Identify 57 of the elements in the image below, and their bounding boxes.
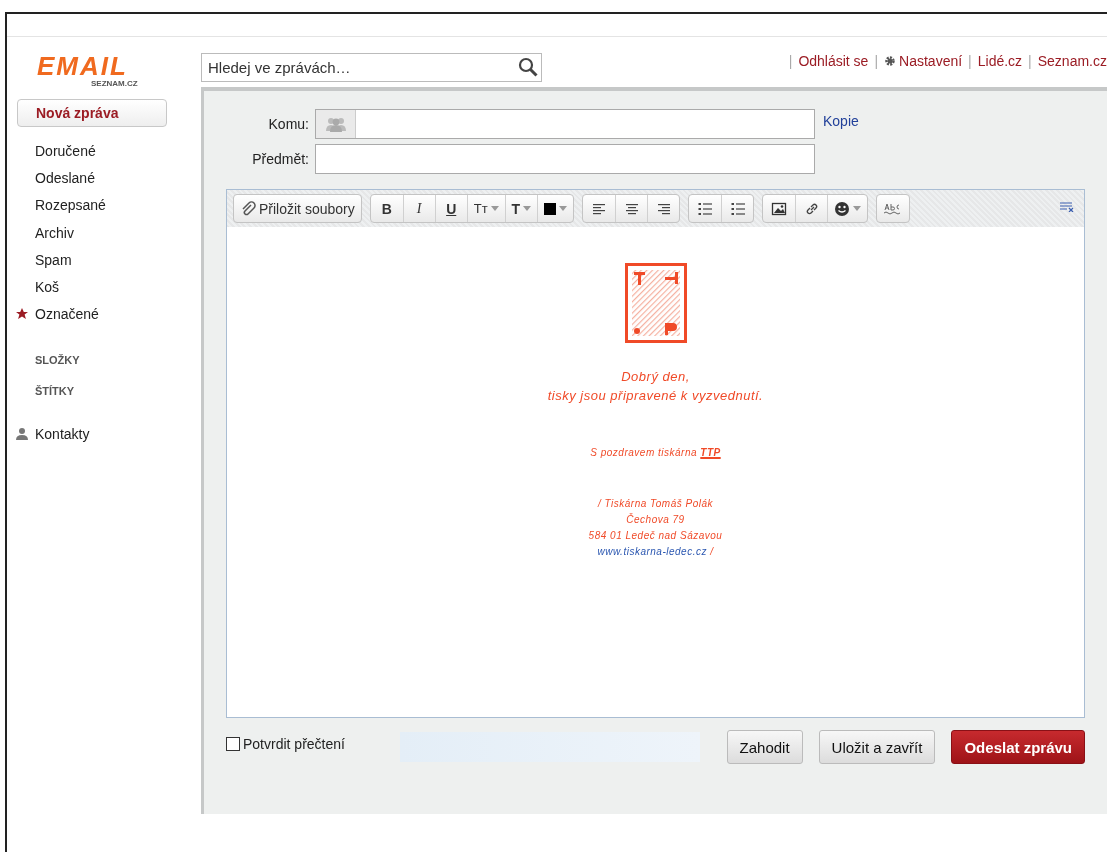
clear-format-icon <box>1060 202 1074 212</box>
folder-link[interactable]: Doručené <box>35 142 96 159</box>
address-line: 584 01 Ledeč nad Sázavou <box>588 529 723 543</box>
attach-files-button[interactable]: Přiložit soubory <box>234 195 361 222</box>
image-icon <box>771 200 788 217</box>
new-message-button[interactable]: Nová zpráva <box>17 99 167 127</box>
format-button[interactable]: U <box>434 195 467 222</box>
greeting-text: Dobrý den, <box>621 368 690 386</box>
separator: | <box>968 53 972 69</box>
signature-text: S pozdravem tiskárna TTP <box>590 447 721 458</box>
website-link[interactable]: www.tiskarna-ledec.cz <box>597 546 707 557</box>
send-button[interactable]: Odeslat zprávu <box>951 730 1085 764</box>
format-button[interactable]: B <box>370 195 403 222</box>
contacts-link[interactable]: Kontakty <box>35 425 90 442</box>
paperclip-icon <box>240 200 256 217</box>
greeting-text: tisky jsou připravené k vyzvednutí. <box>547 387 764 405</box>
bulleted-list-icon <box>729 200 746 217</box>
action-button[interactable]: Uložit a zavřít <box>818 730 936 764</box>
logo-subtitle: SEZNAM.CZ <box>90 79 138 88</box>
folder-link[interactable]: Archiv <box>35 224 74 241</box>
action-button[interactable]: Zahodit <box>726 730 803 764</box>
subject-field[interactable] <box>315 144 815 174</box>
logo-title: EMAIL <box>36 53 128 79</box>
separator: | <box>1028 53 1032 69</box>
folder-link[interactable]: Označené <box>35 306 99 323</box>
address-line: Čechova 79 <box>626 512 685 527</box>
read-receipt-checkbox[interactable]: Potvrdit přečtení <box>226 736 345 752</box>
color-swatch <box>544 202 557 215</box>
header-link[interactable]: Lidé.cz <box>977 53 1023 69</box>
folder-link[interactable]: Spam <box>35 251 72 268</box>
person-icon <box>15 426 29 441</box>
format-button[interactable]: I <box>402 195 435 222</box>
search-icon[interactable] <box>518 57 538 77</box>
section-heading[interactable]: SLOŽKY <box>7 344 201 376</box>
folder-link[interactable]: Rozepsané <box>35 197 106 214</box>
section-heading[interactable]: ŠTÍTKY <box>7 375 201 407</box>
folder-link[interactable]: Koš <box>35 279 60 296</box>
folder-link[interactable]: Odeslané <box>35 169 95 186</box>
gear-icon <box>884 55 897 67</box>
subject-label: Předmět: <box>251 151 309 167</box>
to-label: Komu: <box>267 116 309 132</box>
numbered-list-icon <box>697 200 714 217</box>
format-button[interactable]: Tт <box>466 195 505 222</box>
people-icon <box>324 116 347 132</box>
address-line: / <box>709 546 714 557</box>
smiley-icon <box>834 200 851 217</box>
address-line: / Tiskárna Tomáš Polák <box>598 497 713 511</box>
recipient-field[interactable] <box>315 109 815 139</box>
format-button[interactable]: T <box>504 195 538 222</box>
header-link[interactable]: Nastavení <box>884 53 963 69</box>
separator: | <box>788 53 793 69</box>
separator: | <box>874 53 879 69</box>
search-field[interactable]: Hledej ve zprávách… <box>201 53 542 82</box>
header-link[interactable]: Odhlásit se <box>798 53 869 69</box>
message-editor[interactable]: Přiložit soubory B I U Tт T Dobrý den, tisky jsou připravené k vyzvednutí. S pozdravem tiskárna TTP / Tiskárna Tomáš Polák Čechova 79 584 01 Ledeč nad Sázavou www.tiskarna-ledec.cz / <box>226 189 1085 718</box>
header-link[interactable]: Seznam.cz <box>1037 53 1107 69</box>
copy-link[interactable]: Kopie <box>823 113 859 129</box>
